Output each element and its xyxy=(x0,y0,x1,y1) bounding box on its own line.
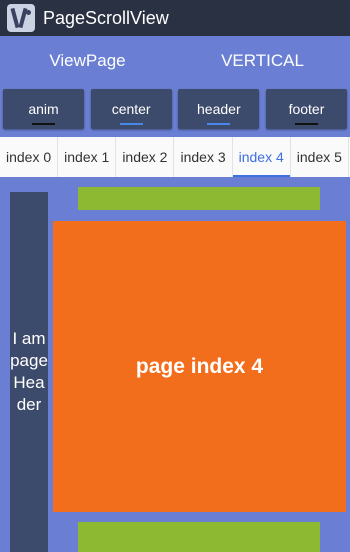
tab-index-2[interactable]: index 2 xyxy=(116,137,175,177)
tab-index-1[interactable]: index 1 xyxy=(58,137,117,177)
page-divider-top xyxy=(78,187,320,210)
tab-index-3[interactable]: index 3 xyxy=(174,137,233,177)
page-scroll-view[interactable]: I am page Header page index 4 xyxy=(0,177,350,552)
header-indicator xyxy=(207,123,231,125)
header-toggle-label: header xyxy=(197,101,241,117)
anim-indicator xyxy=(32,123,55,125)
index-tab-strip[interactable]: index 0 index 1 index 2 index 3 index 4 … xyxy=(0,137,350,177)
page-label: page index 4 xyxy=(135,354,264,378)
anim-toggle-button[interactable]: anim xyxy=(3,89,84,129)
center-indicator xyxy=(119,123,143,125)
mode-button-row: anim center header footer xyxy=(0,86,350,136)
page-header: I am page Header xyxy=(10,192,48,552)
viewpage-button[interactable]: ViewPage xyxy=(0,36,175,86)
tab-index-5[interactable]: index 5 xyxy=(291,137,349,177)
orientation-button[interactable]: VERTICAL xyxy=(175,36,350,86)
page-divider-bottom xyxy=(78,522,320,552)
top-button-row: ViewPage VERTICAL xyxy=(0,36,350,86)
center-toggle-label: center xyxy=(111,101,151,117)
app-title: PageScrollView xyxy=(43,7,169,28)
tab-index-4[interactable]: index 4 xyxy=(232,137,291,177)
footer-indicator xyxy=(294,123,318,125)
footer-toggle-label: footer xyxy=(288,101,325,117)
header-toggle-button[interactable]: header xyxy=(178,89,260,129)
page-card[interactable]: page index 4 xyxy=(53,221,346,512)
center-toggle-button[interactable]: center xyxy=(90,89,172,129)
app-icon xyxy=(7,4,35,32)
title-bar: PageScrollView xyxy=(0,0,350,36)
tab-index-0[interactable]: index 0 xyxy=(0,137,59,177)
anim-toggle-label: anim xyxy=(28,101,59,117)
footer-toggle-button[interactable]: footer xyxy=(265,89,347,129)
